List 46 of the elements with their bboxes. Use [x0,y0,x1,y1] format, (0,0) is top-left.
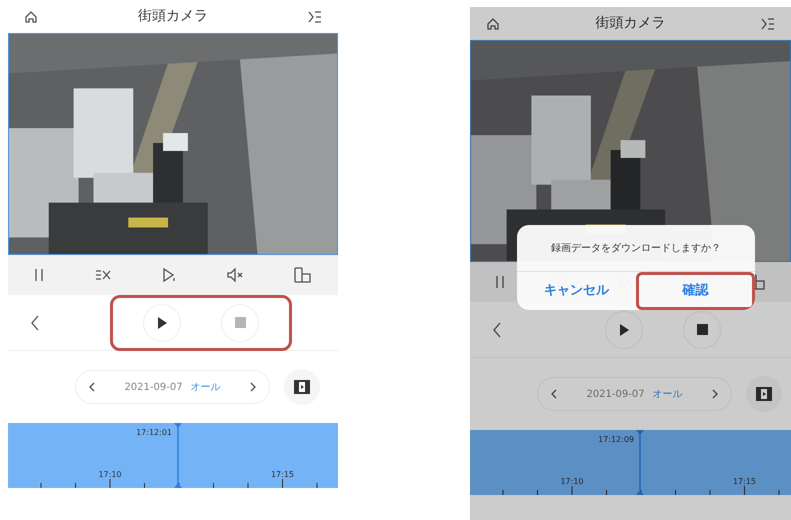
tick-label: 17:15 [270,470,294,479]
home-icon[interactable] [486,16,500,30]
date-text: 2021-09-07 [586,388,645,400]
rotate-screen-icon[interactable] [294,267,312,283]
date-selector[interactable]: 2021-09-07 オール [537,377,732,411]
pause-icon[interactable] [494,275,505,289]
filter-link[interactable]: オール [190,382,221,392]
tick-label: 17:10 [560,477,584,486]
tick-label: 17:15 [732,477,756,486]
date-selector[interactable]: 2021-09-07 オール [75,370,270,404]
play-icon [619,324,629,336]
next-icon[interactable] [712,389,719,399]
film-button[interactable] [284,369,320,405]
tick-label: 17:10 [98,470,122,479]
screen-title: 街頭カメラ [138,7,208,26]
stop-icon [234,317,246,328]
play-icon [157,316,167,328]
mute-icon[interactable] [227,268,244,282]
play-button[interactable] [143,304,181,342]
dialog-message: 録画データをダウンロードしますか？ [550,242,722,256]
date-text: 2021-09-07 [124,382,183,392]
film-icon [756,387,772,401]
lines-x-icon[interactable] [94,269,111,281]
stop-icon [696,324,708,335]
dialog-button[interactable]: 確認 [636,272,755,310]
screen-title: 街頭カメラ [596,14,666,33]
back-icon[interactable] [492,322,502,338]
menu-icon[interactable] [308,10,322,22]
pause-icon[interactable] [34,268,44,282]
dialog-button[interactable]: キャンセル [517,272,636,310]
menu-icon[interactable] [761,18,775,30]
film-button[interactable] [746,376,782,412]
filter-link[interactable]: オール [652,388,683,400]
timeline-track[interactable]: 17:12:09 17:10 17:15 [470,430,791,495]
back-icon[interactable] [30,314,40,330]
stop-button[interactable] [683,310,721,348]
play-icon[interactable] [162,268,176,282]
previous-icon[interactable] [550,389,557,399]
current-time: 17:12:01 [136,428,172,437]
next-icon[interactable] [250,382,257,392]
film-icon [294,380,310,394]
home-icon[interactable] [24,10,38,24]
play-button[interactable] [605,310,643,348]
timeline-track[interactable]: 17:12:01 17:10 17:15 [8,423,338,488]
previous-icon[interactable] [88,382,95,392]
current-time: 17:12:09 [598,435,634,444]
